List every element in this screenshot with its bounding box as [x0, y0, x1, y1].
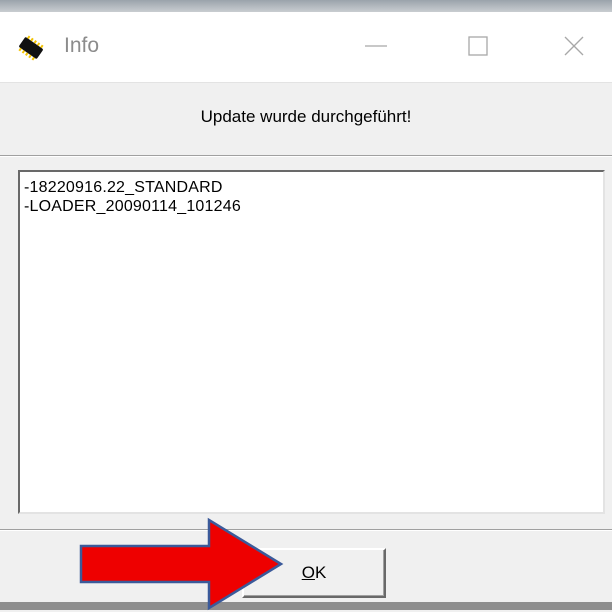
maximize-icon: [468, 36, 488, 56]
window-title: Info: [64, 34, 100, 57]
close-button[interactable]: [556, 30, 592, 62]
title-bar[interactable]: Info: [0, 12, 612, 83]
minimize-icon: [365, 45, 387, 47]
ok-label-rest: K: [314, 563, 327, 582]
red-arrow-icon: [79, 517, 284, 611]
chip-icon: [14, 33, 48, 63]
minimize-button[interactable]: [358, 30, 394, 62]
ok-button-label: OK: [302, 563, 327, 583]
background-window-strip: [0, 0, 612, 12]
ok-mnemonic: O: [301, 563, 315, 582]
list-item[interactable]: -LOADER_20090114_101246: [24, 197, 603, 216]
divider: [0, 155, 612, 157]
maximize-button[interactable]: [460, 30, 496, 62]
close-icon: [564, 36, 584, 56]
update-listbox[interactable]: -18220916.22_STANDARD -LOADER_20090114_1…: [18, 170, 605, 514]
list-item[interactable]: -18220916.22_STANDARD: [24, 178, 603, 197]
update-message: Update wurde durchgeführt!: [200, 107, 412, 126]
